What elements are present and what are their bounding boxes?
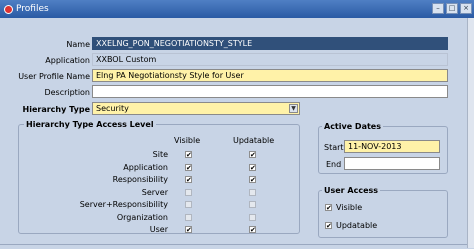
oracle-icon [4, 4, 13, 14]
access-row-visible-checkbox[interactable]: ✔ [185, 226, 192, 234]
access-row-updatable-checkbox[interactable]: ✔ [249, 226, 256, 234]
application-label: Application [45, 56, 90, 65]
window-controls: – □ × [432, 3, 472, 14]
start-date-label: Start [324, 143, 344, 152]
window-titlebar: Profiles – □ × [0, 0, 474, 18]
user-access-group [318, 190, 448, 238]
end-date-label: End [326, 160, 342, 169]
access-row-updatable-checkbox[interactable] [249, 213, 256, 221]
start-date-field[interactable]: 11-NOV-2013 [344, 140, 440, 153]
access-row-label: Site [152, 150, 168, 159]
access-row-visible-checkbox[interactable]: ✔ [185, 163, 192, 171]
maximize-icon[interactable]: □ [446, 3, 458, 14]
access-row-visible-checkbox[interactable]: ✔ [185, 176, 192, 184]
user-access-visible-label: Visible [336, 203, 363, 212]
access-row-updatable-checkbox[interactable] [249, 188, 256, 196]
description-field[interactable] [92, 85, 448, 98]
access-row-visible-checkbox[interactable] [185, 201, 192, 208]
user-access-title: User Access [322, 186, 381, 195]
user-profile-name-label: User Profile Name [18, 72, 90, 81]
user-profile-name-field[interactable]: Elng PA Negotiationsty Style for User [92, 69, 448, 82]
access-row-label: Application [123, 162, 168, 172]
access-row-updatable-checkbox[interactable]: ✔ [249, 176, 256, 184]
access-row-label: Server [141, 187, 168, 197]
access-row-label: User [149, 225, 168, 234]
hierarchy-type-label: Hierarchy Type [22, 105, 90, 114]
dropdown-arrow-icon[interactable]: ▼ [289, 104, 298, 113]
active-dates-title: Active Dates [322, 122, 383, 131]
access-row-updatable-checkbox[interactable]: ✔ [249, 151, 256, 159]
access-row-label: Responsibility [112, 175, 168, 184]
name-field[interactable]: XXELNG_PON_NEGOTIATIONSTY_STYLE [92, 37, 448, 50]
access-row-visible-checkbox[interactable] [185, 188, 192, 196]
access-row-label: Server+Responsibility [79, 200, 168, 209]
visible-column-header: Visible [174, 136, 201, 145]
access-level-title: Hierarchy Type Access Level [24, 120, 156, 129]
user-access-updatable-checkbox[interactable]: ✔ [325, 222, 332, 230]
updatable-column-header: Updatable [233, 136, 275, 145]
name-label: Name [66, 40, 90, 49]
access-row-visible-checkbox[interactable]: ✔ [185, 151, 192, 159]
window-title: Profiles [16, 4, 49, 14]
hierarchy-type-value: Security [96, 104, 129, 113]
minimize-icon[interactable]: – [432, 3, 444, 14]
end-date-field[interactable] [344, 157, 440, 170]
access-row-visible-checkbox[interactable] [185, 213, 192, 221]
close-icon[interactable]: × [460, 3, 472, 14]
user-access-visible-checkbox[interactable]: ✔ [325, 204, 332, 212]
access-row-label: Organization [116, 212, 168, 222]
application-field[interactable]: XXBOL Custom [92, 53, 448, 66]
access-row-updatable-checkbox[interactable] [249, 201, 256, 208]
access-row-updatable-checkbox[interactable]: ✔ [249, 163, 256, 171]
vertical-scrollbar[interactable] [467, 18, 474, 248]
status-bar [0, 244, 467, 249]
user-access-updatable-label: Updatable [336, 221, 378, 230]
hierarchy-type-select[interactable]: Security ▼ [92, 102, 300, 115]
description-label: Description [44, 88, 90, 97]
